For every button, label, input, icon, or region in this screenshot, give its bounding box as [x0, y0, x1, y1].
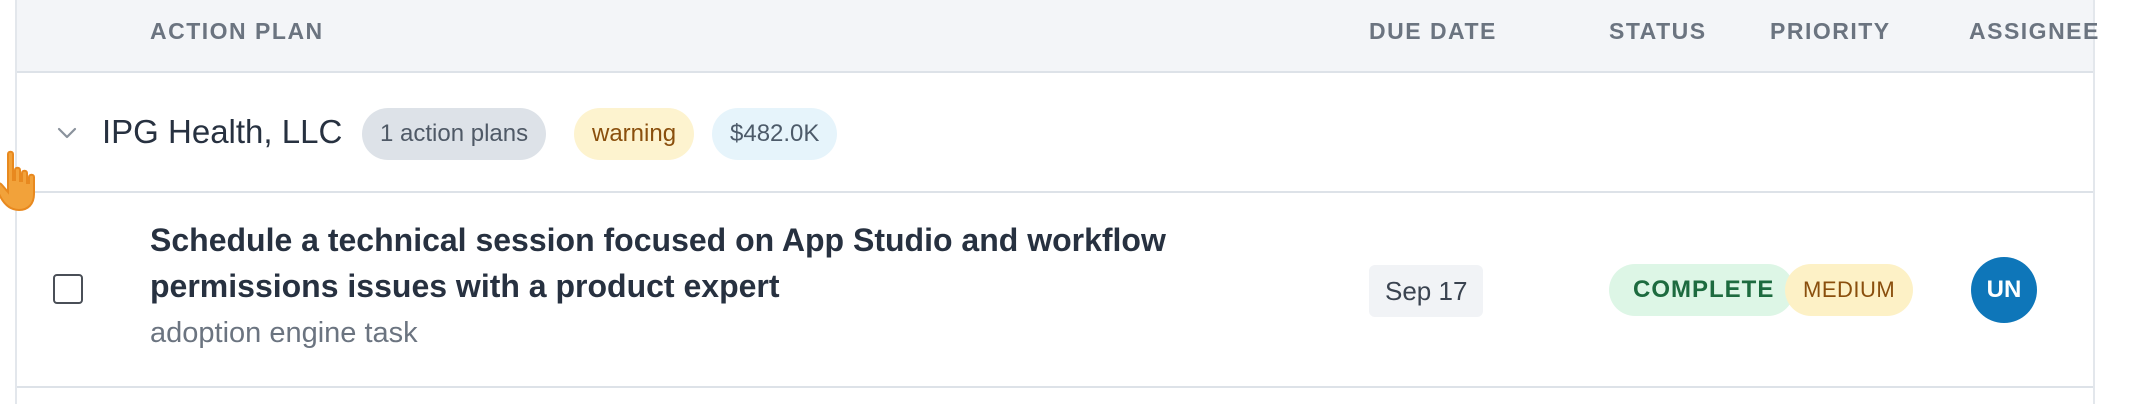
table-row[interactable]: Schedule a technical session focused on …: [17, 193, 2093, 388]
column-header-status[interactable]: STATUS: [1609, 18, 1707, 45]
status-badge[interactable]: COMPLETE: [1609, 264, 1795, 316]
table-header: ACTION PLAN DUE DATE STATUS PRIORITY ASS…: [17, 0, 2098, 73]
due-date-badge[interactable]: Sep 17: [1369, 265, 1484, 317]
task-checkbox[interactable]: [53, 274, 83, 304]
priority-badge[interactable]: MEDIUM: [1785, 264, 1914, 316]
group-name: IPG Health, LLC: [102, 113, 343, 150]
hand-pointer-icon: [0, 150, 35, 212]
group-row-ipg-health[interactable]: IPG Health, LLC 1 action plans warning $…: [17, 73, 2093, 193]
column-header-priority[interactable]: PRIORITY: [1770, 18, 1891, 45]
assignee-avatar[interactable]: UN: [1971, 257, 2037, 323]
column-header-due-date[interactable]: DUE DATE: [1369, 18, 1497, 45]
revenue-badge: $482.0K: [712, 108, 838, 160]
health-status-badge: warning: [574, 108, 695, 160]
column-header-assignee[interactable]: ASSIGNEE: [1969, 18, 2100, 45]
column-header-action-plan[interactable]: ACTION PLAN: [150, 18, 324, 45]
task-subtitle: adoption engine task: [150, 317, 418, 349]
action-plan-table: ACTION PLAN DUE DATE STATUS PRIORITY ASS…: [15, 0, 2098, 404]
task-title[interactable]: Schedule a technical session focused on …: [150, 217, 1350, 309]
action-plan-count-badge: 1 action plans: [362, 108, 547, 160]
chevron-down-icon[interactable]: [55, 121, 79, 145]
